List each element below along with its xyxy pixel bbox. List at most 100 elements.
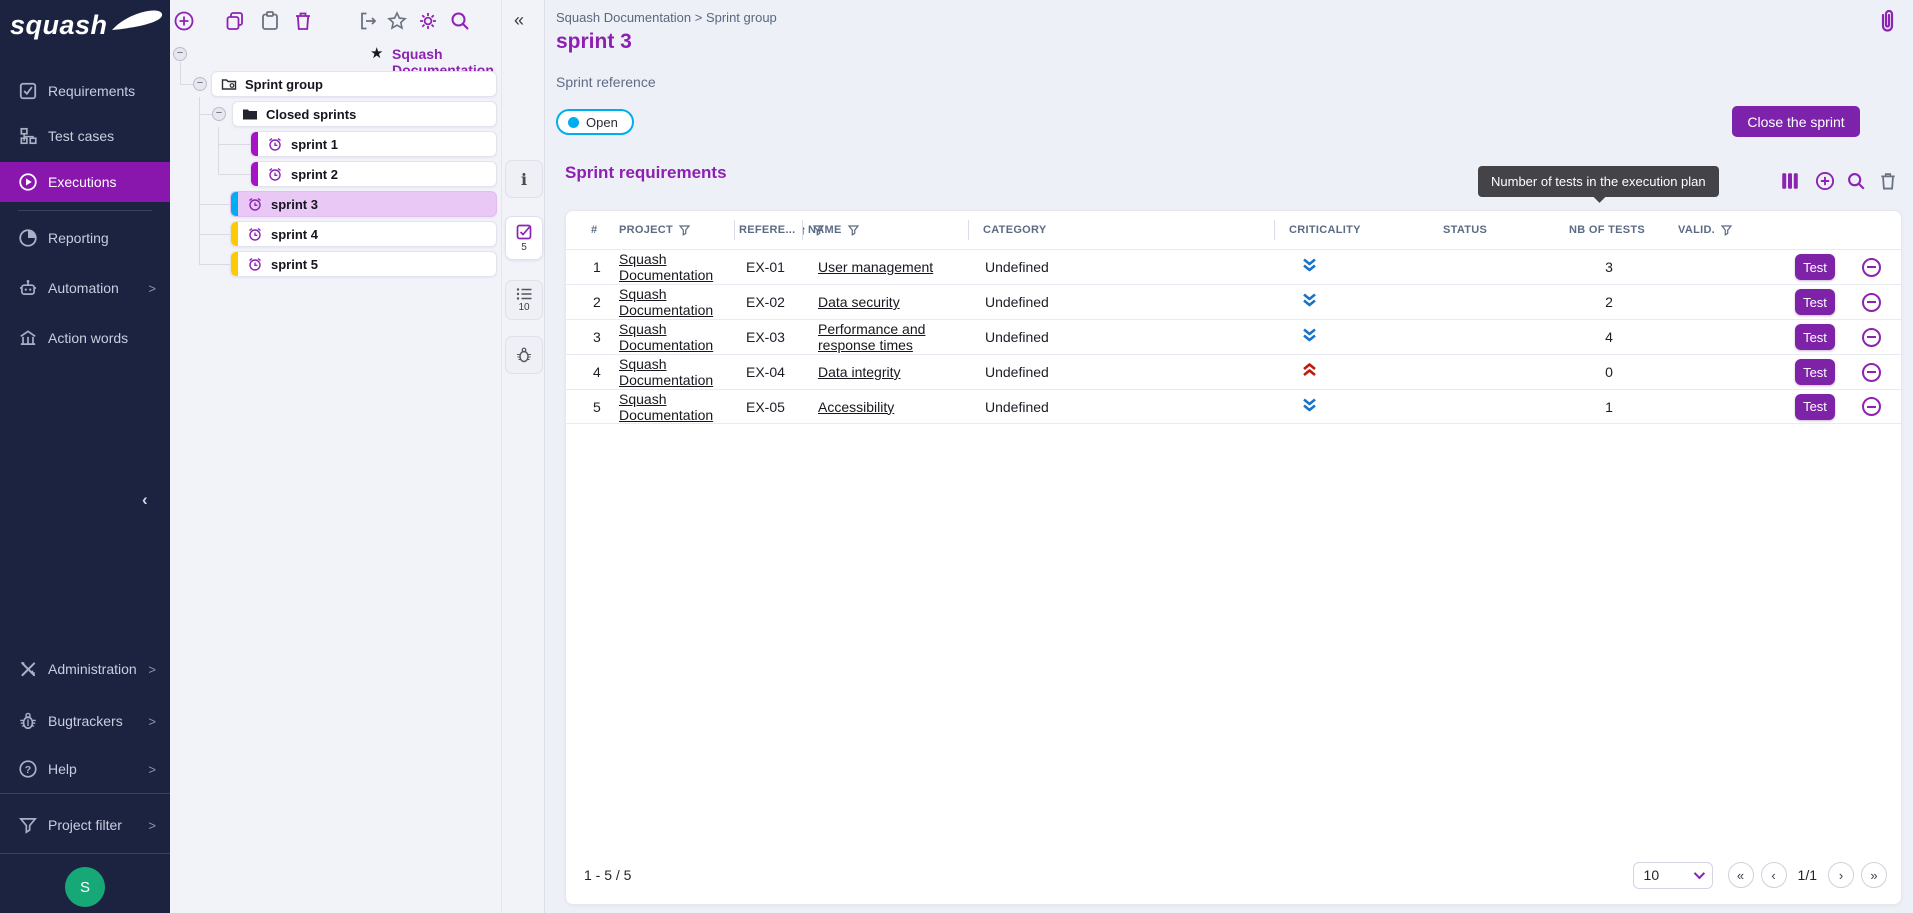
column-header-number[interactable]: # (566, 220, 606, 240)
project-link[interactable]: Squash Documentation (619, 391, 713, 423)
pagination-bar: 1 - 5 / 5 10 « ‹ 1/1 › » (566, 846, 1901, 904)
previous-page-button[interactable]: ‹ (1761, 862, 1787, 888)
tree-expander[interactable]: − (212, 107, 226, 121)
remove-icon[interactable] (1862, 293, 1881, 312)
trash-icon[interactable] (1878, 171, 1898, 191)
filter-icon[interactable] (847, 224, 860, 237)
paste-icon[interactable] (259, 10, 281, 32)
column-header-criticality[interactable]: CRITICALITY (1274, 220, 1441, 240)
project-link[interactable]: Squash Documentation (619, 321, 713, 353)
test-button[interactable]: Test (1795, 289, 1835, 315)
sidebar-item-test-cases[interactable]: Test cases (0, 117, 170, 155)
export-icon[interactable] (357, 10, 379, 32)
column-header-name[interactable]: NAME (802, 220, 968, 240)
squash-logo[interactable]: squash (6, 4, 164, 44)
table-row[interactable]: 1 Squash Documentation EX-01 User manage… (566, 249, 1901, 284)
sidebar-item-reporting[interactable]: Reporting (0, 219, 170, 257)
page-size-select[interactable]: 10 (1633, 862, 1713, 889)
test-button[interactable]: Test (1795, 359, 1835, 385)
tab-count: 10 (518, 302, 529, 313)
sidebar-item-help[interactable]: ? Help > (0, 750, 170, 788)
sidebar-item-bugtrackers[interactable]: Bugtrackers > (0, 702, 170, 740)
sidebar-item-project-filter[interactable]: Project filter > (0, 806, 170, 844)
row-number: 3 (566, 329, 606, 345)
tree-item-sprint-3[interactable]: sprint 3 (230, 191, 497, 217)
tree-item-label: sprint 2 (291, 167, 338, 182)
requirement-link[interactable]: Performance and response times (818, 321, 925, 353)
tree-expander[interactable]: − (173, 47, 187, 61)
tree-item-closed-sprints[interactable]: Closed sprints (232, 101, 497, 127)
test-button[interactable]: Test (1795, 394, 1835, 420)
next-page-button[interactable]: › (1828, 862, 1854, 888)
tree-item-sprint-5[interactable]: sprint 5 (230, 251, 497, 277)
add-icon[interactable] (173, 10, 195, 32)
user-avatar[interactable]: S (65, 867, 105, 907)
copy-icon[interactable] (224, 10, 246, 32)
breadcrumb[interactable]: Squash Documentation > Sprint group (556, 10, 777, 25)
project-link[interactable]: Squash Documentation (619, 286, 713, 318)
search-icon[interactable] (449, 10, 471, 32)
columns-icon[interactable] (1780, 171, 1800, 191)
test-button[interactable]: Test (1795, 324, 1835, 350)
sprint-status-chip[interactable]: Open (556, 109, 634, 135)
tree-item-sprint-group[interactable]: Sprint group (211, 71, 497, 97)
column-header-project[interactable]: PROJECT (606, 220, 734, 240)
sidebar-item-action-words[interactable]: Action words (0, 319, 170, 357)
tree-item-sprint-2[interactable]: sprint 2 (250, 161, 497, 187)
avatar-initial: S (80, 879, 90, 896)
table-row[interactable]: 3 Squash Documentation EX-03 Performance… (566, 319, 1901, 354)
table-row[interactable]: 2 Squash Documentation EX-02 Data securi… (566, 284, 1901, 319)
tab-execution-plan[interactable]: 5 (505, 216, 543, 260)
filter-icon[interactable] (1720, 224, 1733, 237)
sidebar-item-executions[interactable]: Executions (0, 162, 170, 202)
requirement-link[interactable]: Accessibility (818, 399, 894, 415)
chevron-right-icon: > (148, 762, 156, 777)
tab-information[interactable]: i (505, 160, 543, 198)
sidebar-item-administration[interactable]: Administration > (0, 650, 170, 688)
remove-icon[interactable] (1862, 397, 1881, 416)
column-header-status[interactable]: STATUS (1441, 220, 1569, 240)
table-row[interactable]: 5 Squash Documentation EX-05 Accessibili… (566, 389, 1901, 424)
chevron-right-icon: > (148, 714, 156, 729)
project-link[interactable]: Squash Documentation (619, 251, 713, 283)
category-cell: Undefined (968, 259, 1274, 275)
project-link[interactable]: Squash Documentation (619, 356, 713, 388)
requirement-link[interactable]: Data security (818, 294, 900, 310)
folder-icon (242, 106, 258, 122)
column-header-category[interactable]: CATEGORY (968, 220, 1274, 240)
search-icon[interactable] (1846, 171, 1866, 191)
column-label: VALID. (1678, 224, 1715, 236)
tab-issues-list[interactable]: 10 (505, 280, 543, 320)
last-page-button[interactable]: » (1861, 862, 1887, 888)
table-row[interactable]: 4 Squash Documentation EX-04 Data integr… (566, 354, 1901, 389)
gear-icon[interactable] (417, 10, 439, 32)
tab-bugtracker[interactable] (505, 336, 543, 374)
trash-icon[interactable] (292, 10, 314, 32)
tooltip-text: Number of tests in the execution plan (1491, 174, 1706, 189)
remove-icon[interactable] (1862, 363, 1881, 382)
tree-item-sprint-1[interactable]: sprint 1 (250, 131, 497, 157)
close-sprint-button[interactable]: Close the sprint (1732, 106, 1860, 137)
add-circle-icon[interactable] (1815, 171, 1835, 191)
remove-icon[interactable] (1862, 258, 1881, 277)
tree-item-label: sprint 1 (291, 137, 338, 152)
first-page-button[interactable]: « (1728, 862, 1754, 888)
requirement-link[interactable]: Data integrity (818, 364, 900, 380)
star-icon[interactable] (386, 10, 408, 32)
sidebar-collapse-icon[interactable]: ‹ (142, 490, 148, 510)
tree-item-sprint-4[interactable]: sprint 4 (230, 221, 497, 247)
sidebar-item-requirements[interactable]: Requirements (0, 72, 170, 110)
svg-text:?: ? (25, 764, 31, 776)
column-header-reference[interactable]: REFERE... ↑ (734, 220, 802, 240)
collapse-panel-icon[interactable]: « (514, 10, 524, 31)
test-button[interactable]: Test (1795, 254, 1835, 280)
remove-icon[interactable] (1862, 328, 1881, 347)
attachment-icon[interactable] (1876, 8, 1898, 34)
filter-icon[interactable] (678, 224, 691, 237)
requirement-link[interactable]: User management (818, 259, 933, 275)
column-header-valid[interactable]: VALID. (1649, 220, 1746, 240)
sidebar-item-automation[interactable]: Automation > (0, 269, 170, 307)
sidebar-item-label: Automation (48, 280, 119, 296)
tree-expander[interactable]: − (193, 77, 207, 91)
column-header-nb-of-tests[interactable]: NB OF TESTS (1569, 220, 1649, 240)
